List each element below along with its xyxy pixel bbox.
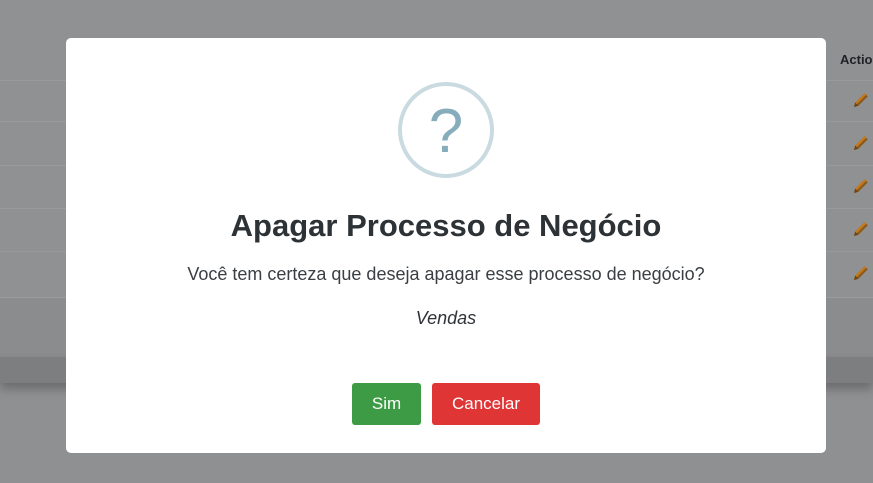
delete-confirm-dialog: ? Apagar Processo de Negócio Você tem ce…: [66, 38, 826, 453]
pencil-icon[interactable]: [851, 176, 871, 196]
cancel-button[interactable]: Cancelar: [432, 383, 540, 425]
pencil-icon[interactable]: [851, 133, 871, 153]
dialog-item-name: Vendas: [415, 308, 477, 328]
dialog-message: Você tem certeza que deseja apagar esse …: [187, 264, 705, 284]
question-mark-glyph: ?: [428, 97, 464, 166]
pencil-icon[interactable]: [851, 90, 871, 110]
pencil-icon[interactable]: [851, 219, 871, 239]
question-mark-icon: ?: [398, 82, 494, 178]
pencil-icon[interactable]: [851, 263, 871, 283]
actions-column-header: Actio: [840, 52, 873, 67]
dialog-title: Apagar Processo de Negócio: [230, 208, 662, 243]
confirm-button[interactable]: Sim: [352, 383, 421, 425]
